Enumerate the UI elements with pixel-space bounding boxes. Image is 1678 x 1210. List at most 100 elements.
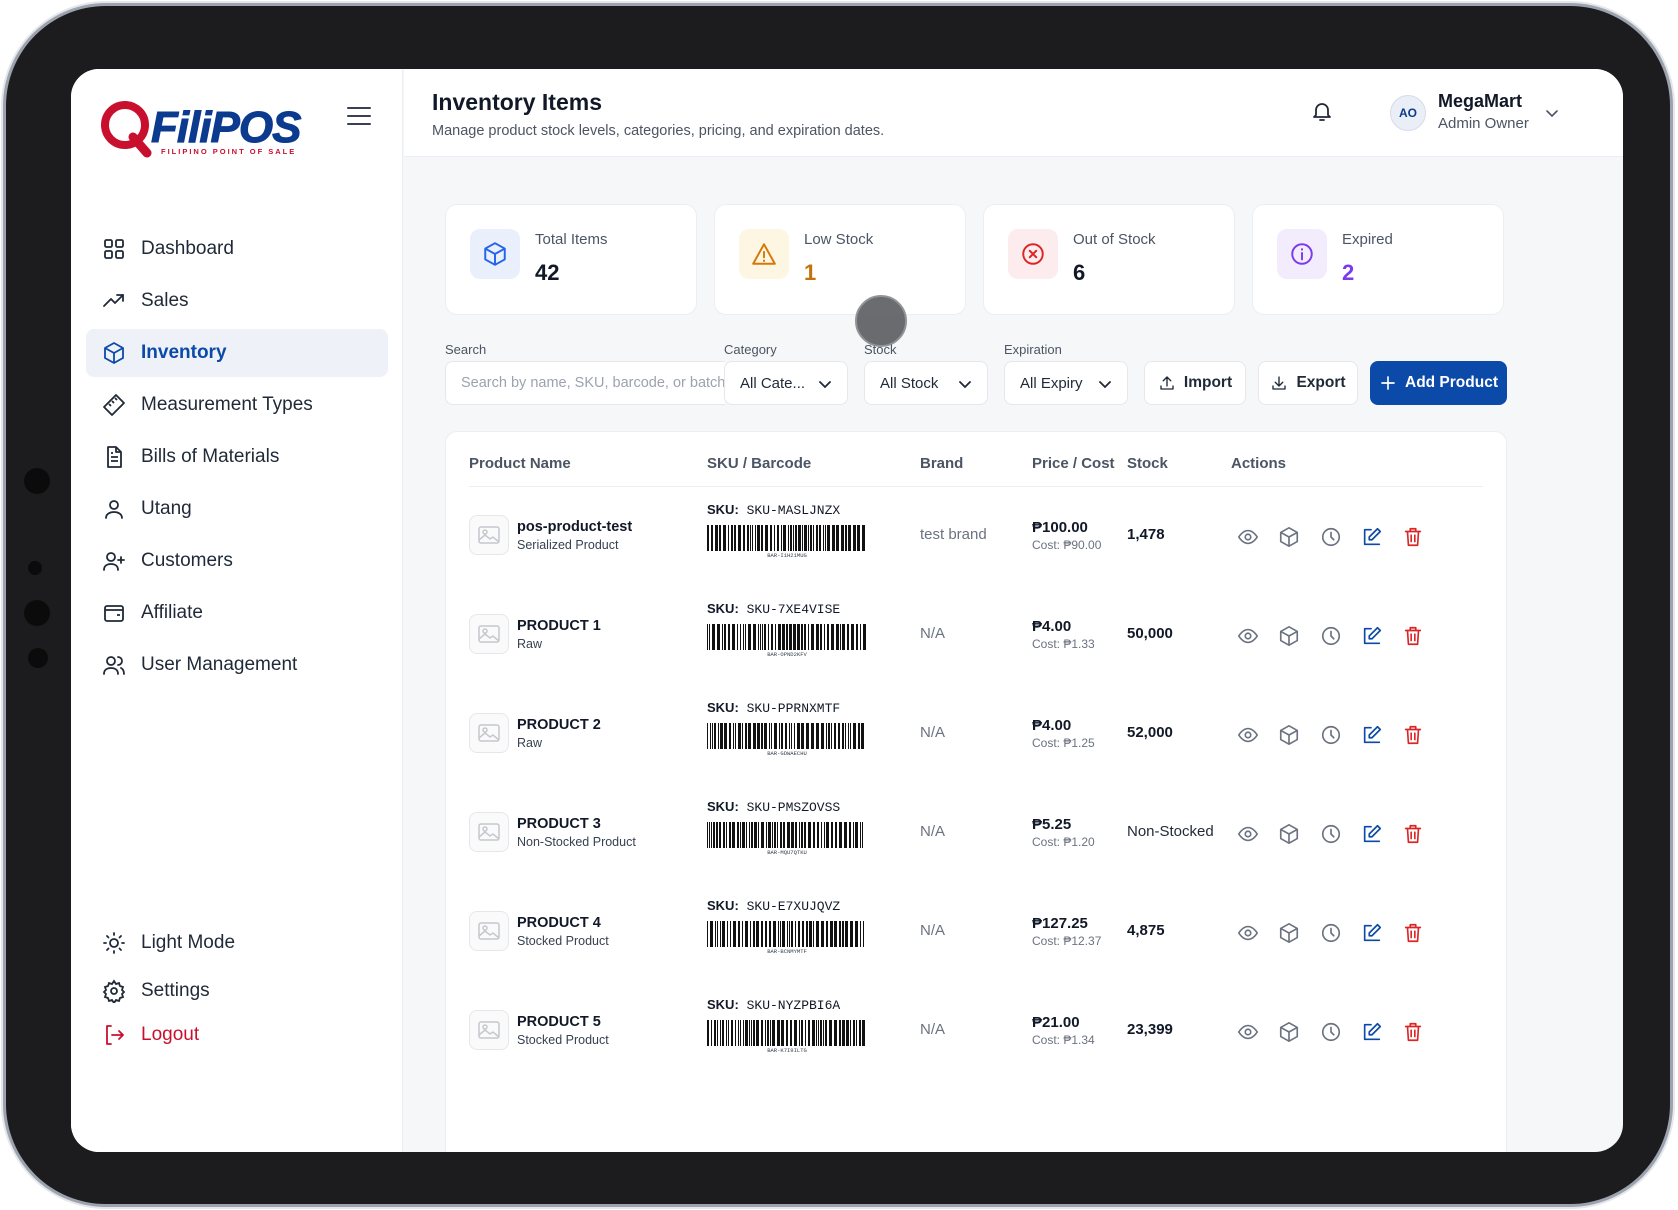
column-header[interactable]: Stock	[1127, 455, 1168, 472]
product-name[interactable]: PRODUCT 4	[517, 915, 601, 931]
eye-icon[interactable]	[1236, 525, 1260, 549]
product-type: Stocked Product	[517, 1033, 609, 1047]
sidebar-item-bills-of-materials[interactable]: Bills of Materials	[86, 433, 388, 481]
import-button[interactable]: Import	[1144, 361, 1246, 405]
product-name[interactable]: PRODUCT 3	[517, 816, 601, 832]
trash-icon[interactable]	[1401, 624, 1425, 648]
box-icon[interactable]	[1277, 822, 1301, 846]
page-title: Inventory Items	[432, 89, 602, 115]
image-placeholder-icon	[469, 713, 509, 753]
column-header[interactable]: SKU / Barcode	[707, 455, 811, 472]
app-logo[interactable]: FiliPOS FILIPINO POINT OF SALE	[99, 97, 302, 161]
sku-value: SKU-PPRNXMTF	[746, 701, 841, 716]
column-header[interactable]: Brand	[920, 455, 963, 472]
bell-icon[interactable]	[1310, 99, 1336, 125]
stock-select[interactable]: All Stock	[864, 361, 988, 405]
table-row[interactable]: PRODUCT 3 Non-Stocked Product SKU: SKU-PMS…	[71, 784, 1623, 883]
x-circle-icon	[1008, 229, 1058, 279]
eye-icon[interactable]	[1236, 921, 1260, 945]
column-header[interactable]: Product Name	[469, 455, 571, 472]
table-row[interactable]: PRODUCT 5 Stocked Product SKU: SKU-NYZPBI6…	[71, 982, 1623, 1081]
eye-icon[interactable]	[1236, 723, 1260, 747]
box-icon[interactable]	[1277, 921, 1301, 945]
eye-icon[interactable]	[1236, 624, 1260, 648]
table-row[interactable]: PRODUCT 4 Stocked Product SKU: SKU-E7XUJQV…	[71, 883, 1623, 982]
eye-icon[interactable]	[1236, 822, 1260, 846]
sensor-dot	[28, 648, 48, 668]
sidebar-item-measurement-types[interactable]: Measurement Types	[86, 381, 388, 429]
avatar[interactable]: AO	[1390, 95, 1426, 131]
sku-prefix: SKU:	[707, 601, 739, 616]
box-icon[interactable]	[1277, 1020, 1301, 1044]
barcode-image	[707, 624, 867, 650]
trash-icon[interactable]	[1401, 1020, 1425, 1044]
stat-label: Expired	[1342, 231, 1393, 248]
sidebar-item-inventory[interactable]: Inventory	[86, 329, 388, 377]
ruler-icon	[101, 392, 127, 418]
edit-icon[interactable]	[1360, 822, 1384, 846]
eye-icon[interactable]	[1236, 1020, 1260, 1044]
edit-icon[interactable]	[1360, 525, 1384, 549]
stock-cell: 4,875	[1127, 922, 1165, 939]
chevron-down-icon	[819, 381, 831, 389]
edit-icon[interactable]	[1360, 624, 1384, 648]
stat-value: 42	[535, 260, 560, 285]
expiration-select[interactable]: All Expiry	[1004, 361, 1128, 405]
chevron-down-icon[interactable]	[1544, 105, 1560, 121]
export-button[interactable]: Export	[1258, 361, 1358, 405]
trash-icon[interactable]	[1401, 723, 1425, 747]
category-value: All Cate...	[740, 374, 806, 392]
product-name[interactable]: pos-product-test	[517, 519, 632, 535]
cost-cell: Cost: ₱1.34	[1032, 1033, 1095, 1047]
stat-value: 6	[1073, 260, 1086, 285]
box-icon[interactable]	[1277, 624, 1301, 648]
edit-icon[interactable]	[1360, 723, 1384, 747]
product-name[interactable]: PRODUCT 1	[517, 618, 601, 634]
clock-icon[interactable]	[1319, 1020, 1343, 1044]
stat-value: 1	[804, 260, 817, 285]
clock-icon[interactable]	[1319, 723, 1343, 747]
brand-cell: N/A	[920, 1021, 946, 1038]
app-screen: FiliPOS FILIPINO POINT OF SALE Dashboard	[71, 69, 1623, 1152]
clock-icon[interactable]	[1319, 624, 1343, 648]
sku-prefix: SKU:	[707, 898, 739, 913]
edit-icon[interactable]	[1360, 1020, 1384, 1044]
clock-icon[interactable]	[1319, 525, 1343, 549]
box-icon[interactable]	[1277, 723, 1301, 747]
table-row[interactable]: PRODUCT 2 Raw SKU: SKU-PPRNXMTF BAR-GDWAECH…	[71, 685, 1623, 784]
table-row[interactable]: pos-product-test Serialized Product SKU: S…	[71, 487, 1623, 586]
trash-icon[interactable]	[1401, 525, 1425, 549]
clock-icon[interactable]	[1319, 822, 1343, 846]
box-icon[interactable]	[1277, 525, 1301, 549]
barcode-caption: BAR-OPND2KFV	[767, 651, 807, 658]
table-row[interactable]: PRODUCT 1 Raw SKU: SKU-7XE4VISE BAR-OPND2KF…	[71, 586, 1623, 685]
product-name[interactable]: PRODUCT 2	[517, 717, 601, 733]
menu-toggle-icon[interactable]	[347, 107, 371, 127]
barcode-image	[707, 525, 867, 551]
box-icon	[101, 340, 127, 366]
add-product-button[interactable]: Add Product	[1370, 361, 1507, 405]
trash-icon[interactable]	[1401, 921, 1425, 945]
image-placeholder-icon	[469, 1010, 509, 1050]
barcode-caption: BAR-BCNMYMTF	[767, 948, 807, 955]
cost-cell: Cost: ₱90.00	[1032, 538, 1102, 552]
sidebar-item-label: Sales	[141, 290, 189, 311]
sidebar-item-dashboard[interactable]: Dashboard	[86, 225, 388, 273]
tablet-frame: FiliPOS FILIPINO POINT OF SALE Dashboard	[6, 6, 1670, 1204]
logo-text: FiliPOS	[150, 103, 301, 153]
sidebar-item-sales[interactable]: Sales	[86, 277, 388, 325]
user-name[interactable]: MegaMart	[1438, 91, 1522, 112]
clock-icon[interactable]	[1319, 921, 1343, 945]
chevron-down-icon	[959, 381, 971, 389]
barcode-caption: BAR-MQU7QTKU	[767, 849, 807, 856]
trash-icon[interactable]	[1401, 822, 1425, 846]
stat-label: Total Items	[535, 231, 608, 248]
category-select[interactable]: All Cate...	[724, 361, 848, 405]
column-header[interactable]: Price / Cost	[1032, 455, 1115, 472]
search-input[interactable]: Search by name, SKU, barcode, or batch..…	[445, 361, 725, 405]
product-name[interactable]: PRODUCT 5	[517, 1014, 601, 1030]
sku-value: SKU-NYZPBI6A	[746, 998, 841, 1013]
barcode-caption: BAR-GDWAECHU	[767, 750, 807, 757]
edit-icon[interactable]	[1360, 921, 1384, 945]
plus-icon	[1381, 376, 1395, 390]
